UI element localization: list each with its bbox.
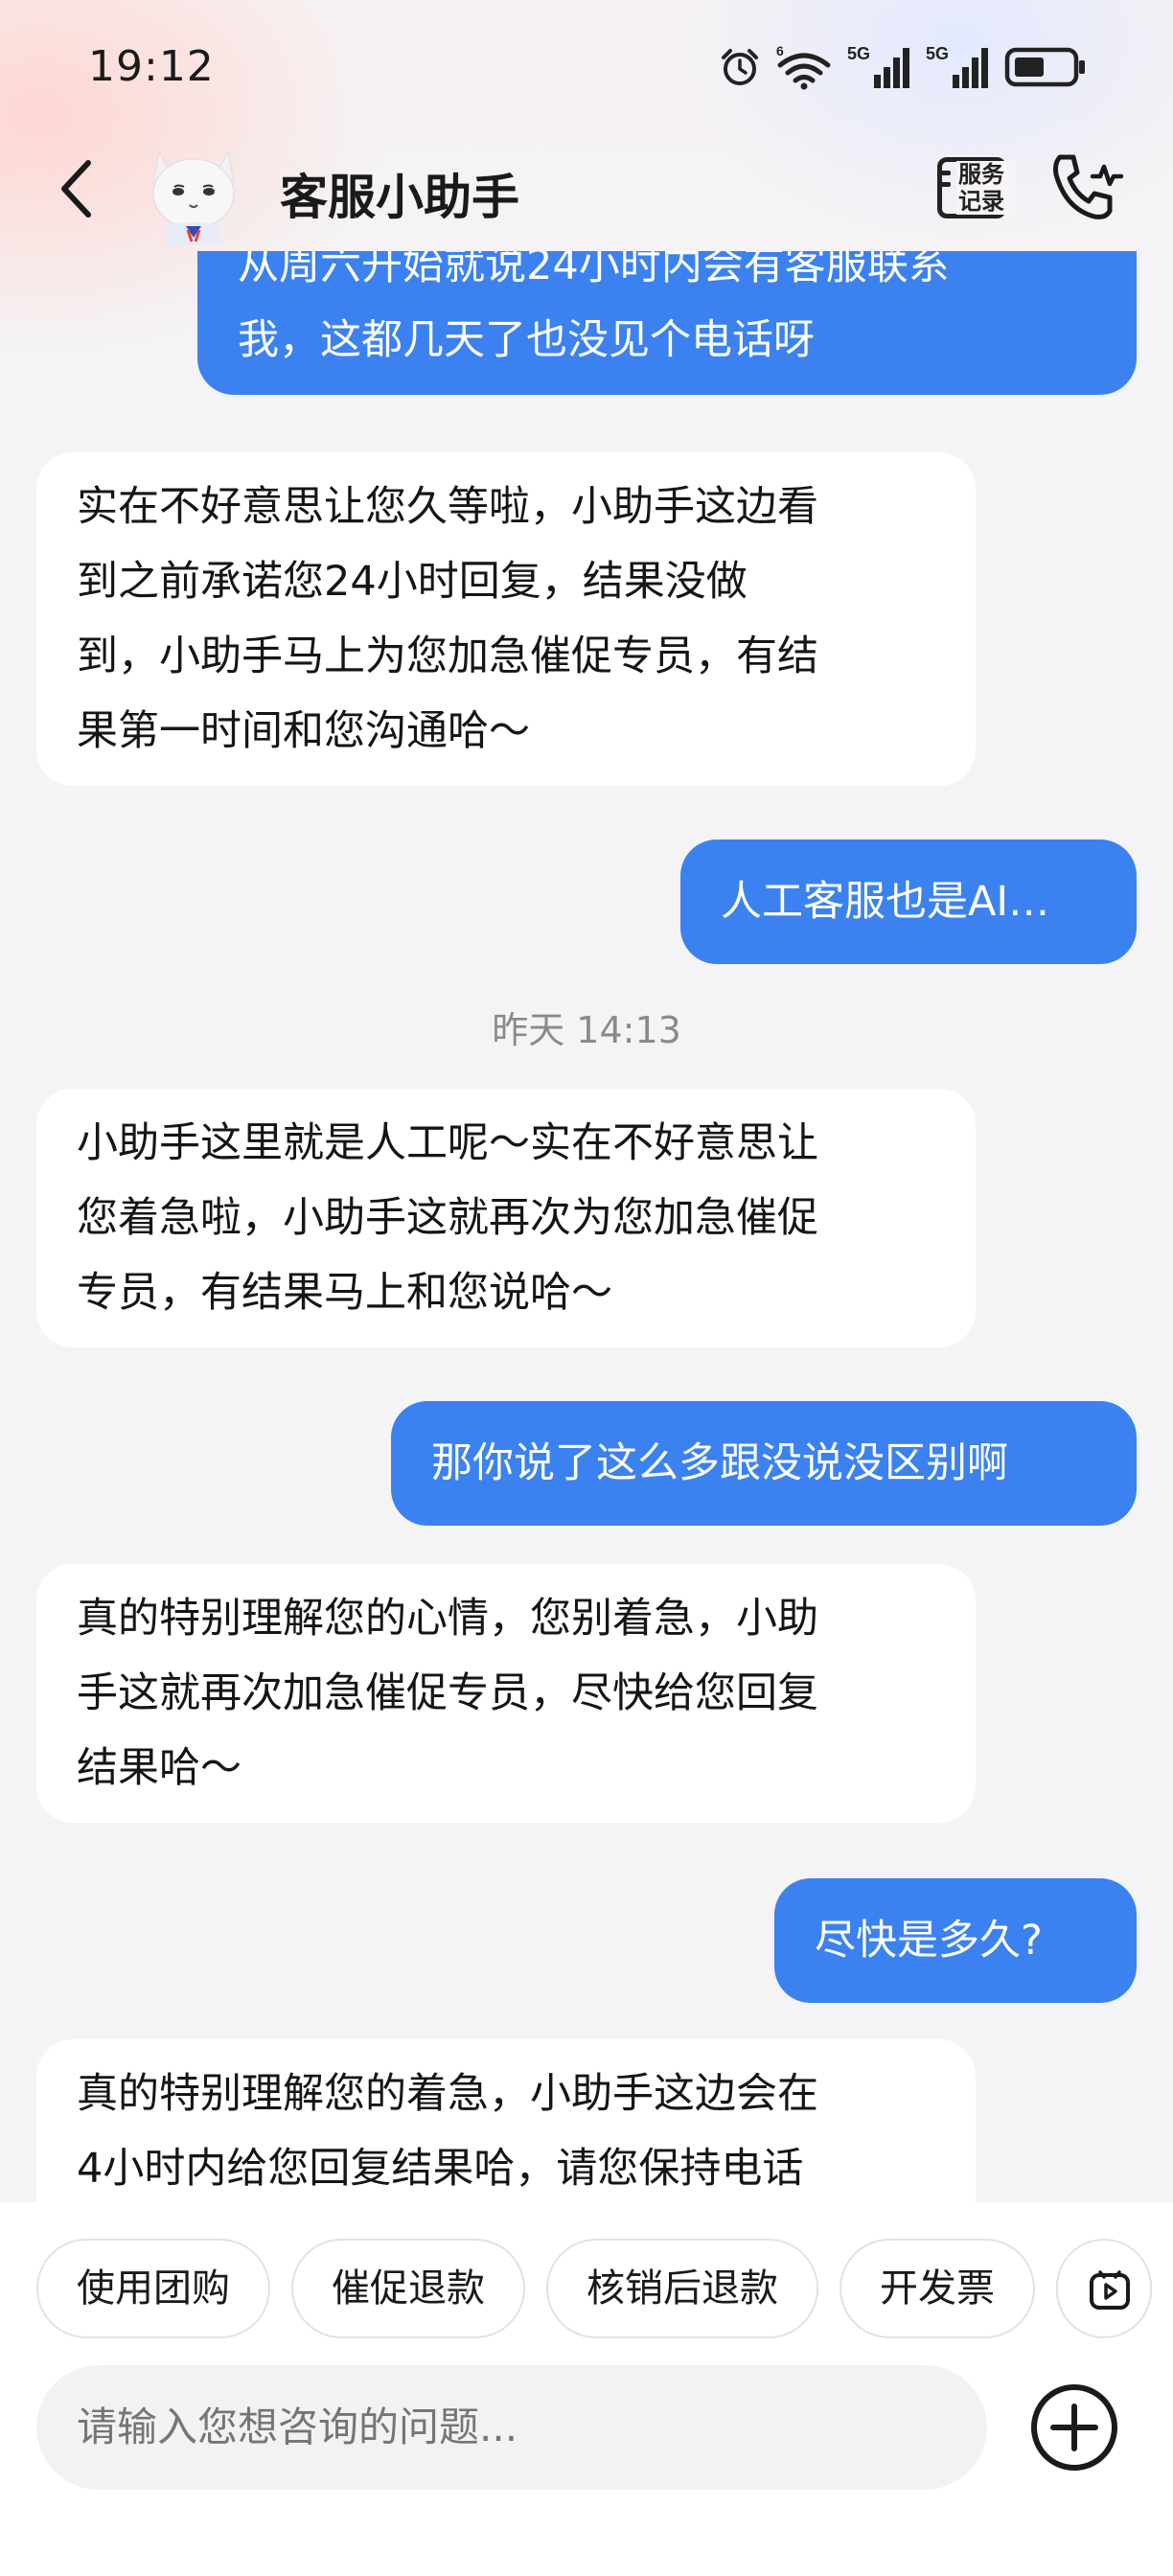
message-timestamp: 昨天 14:13: [492, 1009, 681, 1051]
chat-message-list[interactable]: 从周六开始就说24小时内会有客服联系 我，这都几天了也没见个电话呀 实在不好意思…: [0, 251, 1173, 2202]
message-bubble-bot: 实在不好意思让您久等啦，小助手这边看 到之前承诺您24小时回复，结果没做 到，小…: [36, 452, 976, 786]
status-icons: 6 5G 5G: [719, 42, 1087, 92]
battery-icon: [1004, 47, 1085, 87]
message-bubble-bot: 真的特别理解您的心情，您别着急，小助 手这就再次加急催促专员，尽快给您回复 结果…: [36, 1564, 976, 1823]
question-input[interactable]: [36, 2365, 987, 2490]
message-line: 小助手这里就是人工呢～实在不好意思让: [77, 1119, 818, 1167]
nav-bar: 客服小助手 服务 记录: [0, 134, 1173, 249]
signal-bars-icon: 5G: [926, 44, 988, 88]
message-line: 从周六开始就说24小时内会有客服联系: [238, 251, 950, 289]
quick-reply-chip[interactable]: 开发票: [840, 2239, 1035, 2338]
bottom-panel: 使用团购 催促退款 核销后退款 开发票: [0, 2202, 1173, 2576]
message-line: 人工客服也是AI…: [721, 878, 1050, 926]
message-line: 手这就再次加急催促专员，尽快给您回复: [77, 1669, 818, 1717]
back-button[interactable]: [48, 155, 105, 222]
quick-reply-chip[interactable]: [1056, 2239, 1152, 2338]
message-line: 结果哈～: [77, 1744, 242, 1792]
quick-reply-chip[interactable]: 催促退款: [291, 2239, 525, 2338]
message-line: 尽快是多久?: [815, 1917, 1043, 1965]
status-bar: 19:12 6 5G 5G: [0, 0, 1173, 134]
assistant-avatar: [152, 150, 235, 245]
more-button[interactable]: [1029, 2382, 1119, 2472]
message-line: 果第一时间和您沟通哈～: [77, 707, 530, 755]
service-record-button[interactable]: 服务 记录: [932, 151, 1016, 224]
message-line: 那你说了这么多跟没说没区别啊: [431, 1439, 1008, 1487]
signal-1-label: 5G: [847, 44, 870, 63]
alarm-icon: [722, 49, 758, 85]
signal-bars-icon: 5G: [847, 44, 909, 88]
signal-2-label: 5G: [926, 44, 949, 63]
message-line: 我，这都几天了也没见个电话呀: [238, 316, 815, 364]
message-line: 真的特别理解您的着急，小助手这边会在: [77, 2070, 818, 2118]
video-icon: [1090, 2270, 1130, 2310]
wifi-icon: 6: [776, 44, 831, 90]
plus-circle-icon: [1031, 2384, 1117, 2471]
status-time: 19:12: [88, 42, 215, 91]
message-bubble-user: 尽快是多久?: [774, 1878, 1137, 2003]
message-line: 4小时内给您回复结果哈，请您保持电话: [77, 2145, 804, 2193]
message-bubble-user: 那你说了这么多跟没说没区别啊: [391, 1401, 1137, 1526]
chevron-left-icon: [61, 160, 91, 218]
message-line: 专员，有结果马上和您说哈～: [77, 1269, 612, 1317]
quick-reply-chip[interactable]: 使用团购: [36, 2239, 270, 2338]
message-bubble-bot: 小助手这里就是人工呢～实在不好意思让 您着急啦，小助手这就再次为您加急催促 专员…: [36, 1089, 976, 1347]
quick-reply-bar[interactable]: 使用团购 催促退款 核销后退款 开发票: [36, 2239, 1173, 2338]
quick-reply-chip[interactable]: 核销后退款: [546, 2239, 818, 2338]
message-line: 到之前承诺您24小时回复，结果没做: [77, 558, 748, 606]
service-record-line2: 记录: [958, 188, 1004, 215]
message-bubble-user: 人工客服也是AI…: [680, 840, 1137, 964]
phone-call-icon: [1053, 154, 1124, 219]
message-line: 到，小助手马上为您加急催促专员，有结: [77, 632, 818, 680]
service-record-line1: 服务: [958, 161, 1004, 188]
message-bubble-user: 从周六开始就说24小时内会有客服联系 我，这都几天了也没见个电话呀: [197, 251, 1137, 395]
message-line: 实在不好意思让您久等啦，小助手这边看: [77, 483, 818, 531]
page-title: 客服小助手: [280, 170, 519, 225]
message-line: 真的特别理解您的心情，您别着急，小助: [77, 1595, 818, 1643]
message-bubble-bot: 真的特别理解您的着急，小助手这边会在 4小时内给您回复结果哈，请您保持电话: [36, 2039, 976, 2202]
message-line: 您着急啦，小助手这就再次为您加急催促: [77, 1194, 818, 1242]
call-button[interactable]: [1046, 150, 1124, 226]
wifi-superscript: 6: [776, 44, 784, 58]
